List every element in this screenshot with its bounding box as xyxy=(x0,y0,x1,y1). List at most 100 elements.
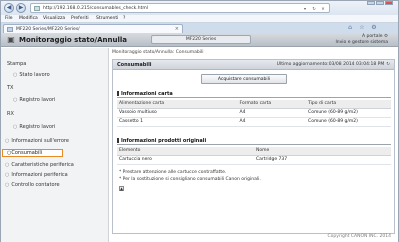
sidebar-item-stato-lavoro[interactable]: ○ Stato lavoro xyxy=(13,72,50,78)
remote-ui-header: ▣ Monitoraggio stato/Annulla MF220 Serie… xyxy=(1,33,398,47)
section-bullet-icon xyxy=(117,138,119,143)
window-controls xyxy=(367,1,395,5)
main-area: Monitoraggio stato/Annulla: Consumabili … xyxy=(111,48,396,242)
table-cell: Vassoio multiuso xyxy=(117,108,238,118)
consumables-panel: Consumabili Ultimo aggiornamento:03/08 2… xyxy=(112,59,395,234)
sidebar-item-errore[interactable]: ○ Informazioni sull'errore xyxy=(5,138,69,144)
panel-title: Consumabili xyxy=(117,62,152,68)
last-updated: Ultimo aggiornamento:03/08 2014 03:04:18… xyxy=(277,62,390,67)
sidebar: Stampa ○ Stato lavoro TX ○ Registro lavori… xyxy=(1,48,109,242)
minimize-button[interactable] xyxy=(367,1,375,5)
back-button[interactable]: ◀ xyxy=(4,3,14,13)
settings-icon: ⚙ xyxy=(383,34,388,39)
col-header: Tipo di carta xyxy=(306,100,391,109)
menu-modifica[interactable]: Modifica xyxy=(19,16,38,21)
section-bullet-icon xyxy=(117,91,119,96)
notes: * Prestare attenzione alle cartucce cont… xyxy=(119,170,261,183)
scroll-top-icon[interactable]: ▲ xyxy=(119,186,124,191)
original-products-table: Elemento Nome Cartuccia nero Cartridge 7… xyxy=(117,147,391,165)
bullet-icon: ○ xyxy=(5,162,10,168)
sidebar-item-label: Informazioni sull'errore xyxy=(11,138,69,144)
sidebar-item-label-text: Consumabili xyxy=(11,150,43,156)
table-header-row: Alimentazione carta Formato carta Tipo d… xyxy=(117,100,391,109)
table-cell: Cartuccia nero xyxy=(117,155,254,165)
table-row: Cassetto 1 A4 Comune (60-89 g/m2) xyxy=(117,117,391,127)
forward-button[interactable]: ▶ xyxy=(16,3,26,13)
table-cell: A4 xyxy=(237,117,307,127)
sidebar-item-label: Registro lavori xyxy=(19,97,56,103)
bullet-icon: ○ xyxy=(5,172,10,178)
table-header-row: Elemento Nome xyxy=(117,147,391,156)
stop-icon[interactable]: ✕ xyxy=(319,6,327,11)
paper-info-title-text: Informazioni carta xyxy=(121,91,173,97)
menu-help[interactable]: ? xyxy=(123,16,125,21)
monitor-icon: ▣ xyxy=(7,35,15,44)
browser-toolbar-icons: ⌂ ☆ ⚙ xyxy=(344,24,394,32)
table-cell: Cartridge 737 xyxy=(254,155,391,165)
table-row: Cartuccia nero Cartridge 737 xyxy=(117,155,391,165)
buy-consumables-button[interactable]: Acquistare consumabili xyxy=(201,74,287,84)
search-dropdown-icon[interactable]: ▾ xyxy=(301,6,309,11)
paper-info-table: Alimentazione carta Formato carta Tipo d… xyxy=(117,100,391,127)
menu-preferiti[interactable]: Preferiti xyxy=(71,16,89,21)
sidebar-item-label: Stato lavoro xyxy=(19,72,50,78)
menu-file[interactable]: File xyxy=(5,16,13,21)
tab-label: MF220 Series/MF220 Series/ xyxy=(16,27,80,32)
tab-favicon-icon xyxy=(7,27,13,32)
paper-info-title: Informazioni carta xyxy=(117,91,173,97)
address-bar[interactable]: http://192.168.0.215/consumables_check.h… xyxy=(30,3,330,13)
refresh-icon[interactable]: ↻ xyxy=(386,62,390,67)
maximize-button[interactable] xyxy=(376,1,384,5)
close-window-button[interactable] xyxy=(385,1,393,5)
breadcrumb: Monitoraggio stato/Annulla: Consumabili xyxy=(112,50,204,55)
table-cell: Comune (60-89 g/m2) xyxy=(306,117,391,127)
table-cell: Cassetto 1 xyxy=(117,117,238,127)
sidebar-heading-stampa: Stampa xyxy=(7,61,27,67)
sidebar-item-tx-registro[interactable]: ○ Registro lavori xyxy=(13,97,55,103)
tools-gear-icon[interactable]: ⚙ xyxy=(370,24,378,32)
original-products-section-header: Informazioni prodotti originali xyxy=(117,137,391,145)
sidebar-item-label: Controllo contatore xyxy=(11,182,60,188)
bullet-icon: ○ xyxy=(13,97,18,103)
sidebar-heading-tx: TX xyxy=(7,85,14,91)
browser-window: ◀ ▶ http://192.168.0.215/consumables_che… xyxy=(0,0,399,242)
header-links: A portale ⚙ Invio e gestore sistema xyxy=(335,34,388,45)
bullet-icon: ○ xyxy=(5,182,10,188)
sidebar-item-caratteristiche[interactable]: ○ Caratteristiche periferica xyxy=(5,162,74,168)
system-admin-link[interactable]: Invio e gestore sistema xyxy=(335,40,388,45)
table-row: Vassoio multiuso A4 Comune (60-89 g/m2) xyxy=(117,108,391,118)
device-name: MF220 Series xyxy=(151,35,251,44)
url-text: http://192.168.0.215/consumables_check.h… xyxy=(43,6,148,11)
tab-active[interactable]: MF220 Series/MF220 Series/ × xyxy=(3,24,183,33)
copyright: Copyright CANON INC. 2014 xyxy=(327,234,392,239)
col-header: Elemento xyxy=(117,147,254,156)
refresh-page-icon[interactable]: ↻ xyxy=(310,6,318,11)
tab-bar: MF220 Series/MF220 Series/ × ⌂ ☆ ⚙ xyxy=(1,23,398,33)
menu-visualizza[interactable]: Visualizza xyxy=(43,16,65,21)
portal-link[interactable]: A portale ⚙ xyxy=(335,34,388,39)
page-icon xyxy=(34,6,40,11)
favorites-star-icon[interactable]: ☆ xyxy=(358,24,366,32)
home-page-icon[interactable]: ⌂ xyxy=(346,24,354,32)
bullet-icon: ○ xyxy=(13,72,18,78)
bullet-icon: ○ xyxy=(13,124,18,130)
sidebar-item-label: ○Consumabili xyxy=(7,150,42,156)
sidebar-heading-rx: RX xyxy=(7,111,14,117)
page-content: ▣ Monitoraggio stato/Annulla MF220 Serie… xyxy=(1,33,398,242)
note-original: * Per la sostituzione si consigliano con… xyxy=(119,176,261,182)
menu-bar: File Modifica Visualizza Preferiti Strum… xyxy=(1,15,398,23)
table-cell: Comune (60-89 g/m2) xyxy=(306,108,391,118)
sidebar-item-consumabili[interactable]: ○Consumabili xyxy=(2,149,63,157)
col-header: Alimentazione carta xyxy=(117,100,238,109)
sidebar-item-contatore[interactable]: ○ Controllo contatore xyxy=(5,182,60,188)
paper-info-section-header: Informazioni carta xyxy=(117,90,391,98)
tab-close-icon[interactable]: × xyxy=(175,26,179,32)
menu-strumenti[interactable]: Strumenti xyxy=(96,16,118,21)
sidebar-item-info-periferica[interactable]: ○ Informazioni periferica xyxy=(5,172,68,178)
table-cell: A4 xyxy=(237,108,307,118)
bullet-icon: ○ xyxy=(5,138,10,144)
sidebar-item-rx-registro[interactable]: ○ Registro lavori xyxy=(13,124,55,130)
last-updated-text: Ultimo aggiornamento:03/08 2014 03:04:18… xyxy=(276,62,385,67)
original-products-title-text: Informazioni prodotti originali xyxy=(121,138,207,144)
col-header: Nome xyxy=(254,147,391,156)
